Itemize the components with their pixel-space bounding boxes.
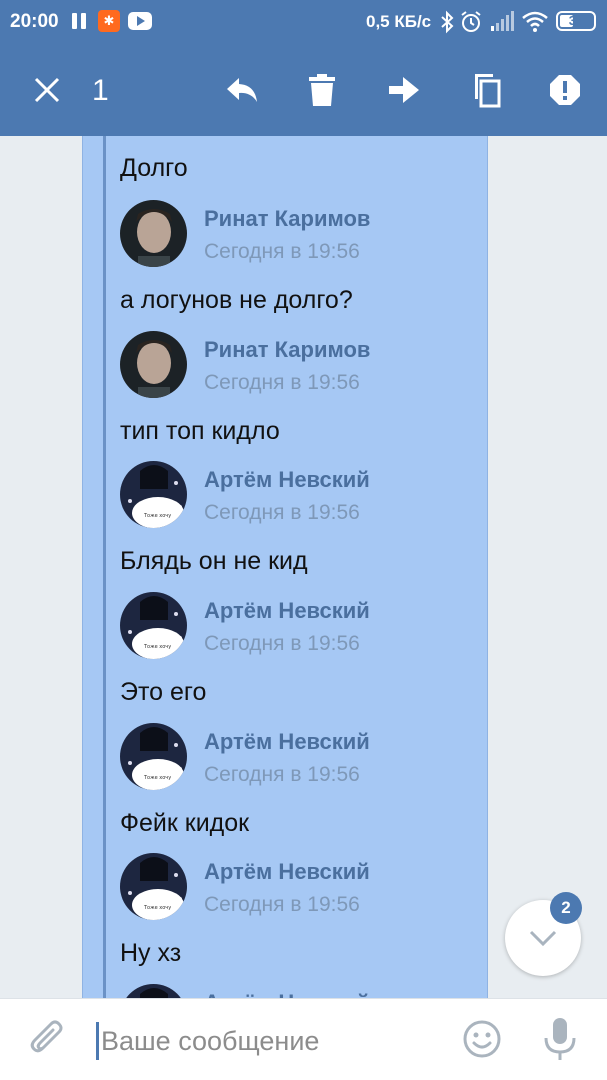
selection-toolbar: 1 <box>0 44 607 136</box>
signal-icon <box>491 11 514 31</box>
bluetooth-icon <box>441 10 454 34</box>
avatar: Тоже хочу <box>120 592 187 659</box>
message-text: Ну хз <box>120 939 182 967</box>
svg-text:Тоже хочу: Тоже хочу <box>143 775 171 781</box>
selected-count: 1 <box>92 74 109 107</box>
svg-text:Тоже хочу: Тоже хочу <box>143 513 171 519</box>
avatar <box>120 331 187 398</box>
report-icon <box>550 75 580 105</box>
chat-area[interactable]: Долго Ринат Каримов Сегодня в 19:56 а ло… <box>0 136 607 998</box>
message-time: Сегодня в 19:56 <box>204 763 360 786</box>
avatar: Тоже хочу <box>120 853 187 920</box>
message-time: Сегодня в 19:56 <box>204 893 360 916</box>
report-button[interactable] <box>543 68 587 112</box>
message-author[interactable]: Ринат Каримов <box>204 337 370 363</box>
pause-icon <box>72 13 86 29</box>
message-time: Сегодня в 19:56 <box>204 632 360 655</box>
svg-text:Тоже хочу: Тоже хочу <box>143 644 171 650</box>
reply-button[interactable] <box>220 68 264 112</box>
svg-text:Тоже хочу: Тоже хочу <box>143 905 171 911</box>
delete-button[interactable] <box>300 68 344 112</box>
message-author[interactable]: Ринат Каримов <box>204 206 370 232</box>
close-icon <box>34 77 60 103</box>
message-author[interactable]: Артём Невский <box>204 598 370 624</box>
wifi-icon <box>522 11 548 32</box>
network-speed: 0,5 КБ/с <box>366 12 432 31</box>
message-author[interactable]: Артём Невский <box>204 729 370 755</box>
message-time: Сегодня в 19:56 <box>204 501 360 524</box>
attach-button[interactable] <box>28 1019 68 1059</box>
avatar: Тоже хочу <box>120 461 187 528</box>
text-caret <box>96 1022 99 1060</box>
trash-icon <box>309 74 335 106</box>
reply-icon <box>227 78 257 102</box>
message-text: Фейк кидок <box>120 809 250 837</box>
status-time: 20:00 <box>10 11 59 32</box>
message-text: тип топ кидло <box>120 417 280 445</box>
message-input[interactable]: Ваше сообщение <box>96 1019 436 1063</box>
status-bar: 20:00 ✱ 0,5 КБ/с 34 <box>0 0 607 44</box>
message-text: Блядь он не кид <box>120 547 308 575</box>
message-text: Долго <box>120 154 188 182</box>
message-placeholder: Ваше сообщение <box>101 1025 320 1056</box>
unread-count-badge: 2 <box>550 892 582 924</box>
chevron-down-icon <box>529 930 557 947</box>
message-composer: Ваше сообщение <box>0 998 607 1080</box>
emoji-button[interactable] <box>462 1019 502 1059</box>
forward-icon <box>389 77 419 103</box>
message-text: Это его <box>120 678 207 706</box>
battery-indicator: 34 <box>556 11 596 31</box>
message-time: Сегодня в 19:56 <box>204 240 360 263</box>
message-text: а логунов не долго? <box>120 286 353 314</box>
close-button[interactable] <box>25 68 69 112</box>
copy-button[interactable] <box>463 68 507 112</box>
battery-level: 34 <box>568 13 584 28</box>
alarm-icon <box>461 11 481 32</box>
message-time: Сегодня в 19:56 <box>204 371 360 394</box>
copy-icon <box>475 74 501 108</box>
youtube-icon <box>128 12 152 30</box>
message-author[interactable]: Артём Невский <box>204 467 370 493</box>
avatar: Тоже хочу <box>120 723 187 790</box>
message-author[interactable]: Артём Невский <box>204 859 370 885</box>
forward-button[interactable] <box>382 68 426 112</box>
avatar <box>120 200 187 267</box>
message-author[interactable]: Артём Невский <box>204 990 370 998</box>
notification-app-icon: ✱ <box>98 10 120 32</box>
microphone-button[interactable] <box>540 1016 580 1062</box>
forwarded-quote-bar <box>103 136 106 998</box>
